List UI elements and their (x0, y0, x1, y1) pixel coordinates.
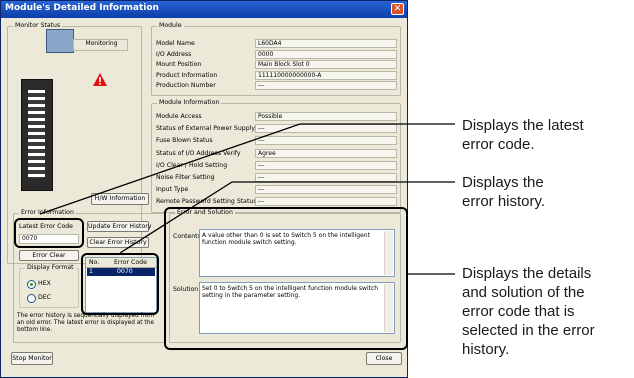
annotation-latest-line-1: Displays the latest (462, 117, 584, 134)
annotation-history-line-1: Displays the (462, 174, 544, 191)
annotation-latest-line-2: error code. (462, 136, 535, 153)
callout-line-latest (39, 123, 455, 215)
callout-line-history (119, 181, 455, 254)
annotation-details-line-5: history. (462, 341, 510, 358)
annotation-latest: Displays the latest error code. (462, 116, 584, 154)
annotation-history-line-2: error history. (462, 193, 546, 210)
annotation-details-line-1: Displays the details (462, 265, 592, 282)
annotation-history: Displays the error history. (462, 173, 545, 211)
annotation-details-line-3: error code that is (462, 303, 575, 320)
annotation-details-line-4: selected in the error (462, 322, 595, 339)
annotation-details-line-2: and solution of the (462, 284, 585, 301)
annotation-details: Displays the details and solution of the… (462, 264, 595, 359)
